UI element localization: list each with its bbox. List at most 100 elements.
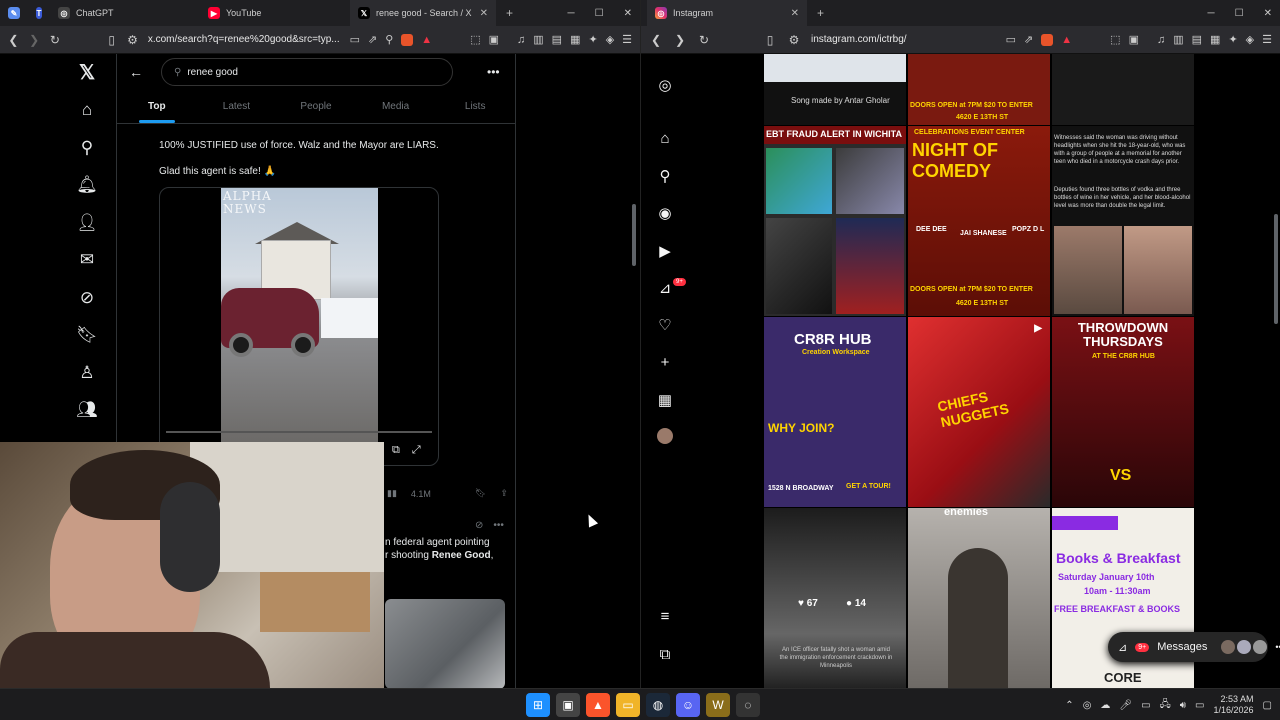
leo-icon[interactable]: ✦ bbox=[1228, 33, 1237, 46]
grok-icon[interactable]: ⊘ bbox=[67, 279, 107, 317]
views-icon[interactable]: ▮▮ bbox=[387, 488, 397, 499]
brave-rewards-icon[interactable]: ▲ bbox=[1061, 34, 1072, 46]
instagram-logo-icon[interactable]: ◎ bbox=[653, 76, 677, 94]
tab-lists[interactable]: Lists bbox=[435, 90, 515, 123]
post-chiefs-nuggets[interactable]: CHIEFS NUGGETS ▶ bbox=[908, 317, 1050, 507]
volume-icon[interactable]: 🔊︎ bbox=[1180, 700, 1186, 711]
post-enemies[interactable]: enemies bbox=[908, 508, 1050, 688]
app-w-icon[interactable]: W bbox=[706, 693, 730, 717]
dashboard-icon[interactable]: ▦ bbox=[653, 391, 677, 409]
post-comedy-top[interactable]: DOORS OPEN at 7PM $20 TO ENTER 4620 E 13… bbox=[908, 54, 1050, 125]
sidebar-icon[interactable]: ▥ bbox=[1173, 33, 1183, 46]
zoom-icon[interactable]: ⚲ bbox=[385, 33, 393, 46]
follow-icon[interactable]: 👤︎ bbox=[67, 204, 107, 242]
tab-media[interactable]: Media bbox=[356, 90, 436, 123]
tab-top[interactable]: Top bbox=[117, 90, 197, 123]
home-icon[interactable]: ⌂ bbox=[67, 92, 107, 130]
music-icon[interactable]: ♫ bbox=[517, 34, 525, 46]
reader-icon[interactable]: ▤ bbox=[1192, 33, 1202, 46]
notifications-icon[interactable]: 🔔︎ bbox=[67, 167, 107, 205]
install-icon[interactable]: ▭ bbox=[1006, 33, 1016, 46]
page-scrollbar[interactable] bbox=[1274, 214, 1278, 324]
bookmark-icon[interactable]: ▯ bbox=[106, 33, 117, 47]
tab-x-search[interactable]: 𝕏renee good - Search / X ✕ bbox=[350, 0, 496, 26]
sidebar-icon[interactable]: ▥ bbox=[533, 33, 543, 46]
grok-explain-icon[interactable]: ⊘ bbox=[475, 520, 483, 531]
extensions-icon[interactable]: ⬚ bbox=[1110, 33, 1120, 46]
tab-latest[interactable]: Latest bbox=[197, 90, 277, 123]
post-ice-officer[interactable]: ♥ 67 ● 14 An ICE officer fatally shot a … bbox=[764, 508, 906, 688]
maximize-icon[interactable]: ☐ bbox=[1235, 8, 1244, 19]
site-settings-icon[interactable]: ⚙ bbox=[127, 33, 138, 47]
menu-icon[interactable]: ☰ bbox=[622, 33, 632, 46]
brave-rewards-icon[interactable]: ▲ bbox=[421, 34, 432, 46]
music-icon[interactable]: ♫ bbox=[1157, 34, 1165, 46]
bookmark-tweet-icon[interactable]: 🔖︎ bbox=[475, 488, 486, 499]
url-field[interactable]: instagram.com/ictrbg/ bbox=[811, 34, 907, 45]
x-logo-icon[interactable]: 𝕏 bbox=[67, 54, 107, 92]
tweet2-image[interactable] bbox=[385, 599, 505, 688]
reload-icon[interactable]: ↻ bbox=[50, 33, 61, 47]
maximize-icon[interactable]: ☐ bbox=[595, 8, 604, 19]
tweet-video[interactable]: ALPHA NEWS bbox=[159, 187, 439, 466]
start-windows-icon[interactable]: ⊞ bbox=[526, 693, 550, 717]
network-icon[interactable]: 🖧︎ bbox=[1160, 697, 1171, 714]
post-ebt-fraud[interactable]: EBT FRAUD ALERT IN WICHITA bbox=[764, 126, 906, 316]
new-tab-button[interactable]: + bbox=[807, 6, 834, 20]
reader-icon[interactable]: ▤ bbox=[552, 33, 562, 46]
new-tab-button[interactable]: + bbox=[496, 6, 523, 20]
bookmark-icon[interactable]: ▯ bbox=[763, 33, 777, 47]
notification-center-icon[interactable]: ▢ bbox=[1263, 700, 1272, 711]
vpn-icon[interactable]: ◈ bbox=[606, 33, 614, 46]
tweet-more-icon[interactable]: ••• bbox=[493, 520, 504, 531]
create-icon[interactable]: + bbox=[653, 354, 677, 371]
app-circle-icon[interactable]: ◌ bbox=[736, 693, 760, 717]
post-throwdown-thursdays[interactable]: THROWDOWN THURSDAYS AT THE CR8R HUB VS bbox=[1052, 317, 1194, 507]
vpn-icon[interactable]: ◈ bbox=[1246, 33, 1254, 46]
battery-icon[interactable]: ▭ bbox=[1195, 700, 1204, 711]
search-icon[interactable]: ⚲ bbox=[653, 167, 677, 185]
share-tweet-icon[interactable]: ⇪ bbox=[500, 488, 508, 499]
forward-icon[interactable]: ❯ bbox=[673, 33, 687, 47]
search-input[interactable]: ⚲ renee good bbox=[161, 58, 453, 86]
steam-icon[interactable]: ◍ bbox=[646, 693, 670, 717]
url-field[interactable]: x.com/search?q=renee%20good&src=typ... bbox=[148, 34, 340, 45]
bookmarks-icon[interactable]: 🔖︎ bbox=[67, 317, 107, 355]
pinned-tab-t[interactable]: T bbox=[28, 0, 50, 26]
post-news-dui[interactable]: Witnesses said the woman was driving wit… bbox=[1052, 126, 1194, 316]
tab-instagram[interactable]: ◎ Instagram ✕ bbox=[647, 0, 807, 26]
more-options-icon[interactable]: ••• bbox=[487, 65, 500, 79]
post-dark[interactable] bbox=[1052, 54, 1194, 125]
communities-icon[interactable]: 👥︎ bbox=[67, 392, 107, 430]
reels-icon[interactable]: ▶ bbox=[653, 242, 677, 260]
also-from-meta-icon[interactable]: ⧉ bbox=[653, 646, 677, 663]
profile-avatar[interactable] bbox=[653, 428, 677, 448]
pip-icon[interactable]: ⧉ bbox=[392, 444, 400, 457]
home-icon[interactable]: ⌂ bbox=[653, 130, 677, 147]
close-tab-icon[interactable]: ✕ bbox=[791, 8, 799, 19]
tray-expand-icon[interactable]: ⌃ bbox=[1065, 700, 1073, 711]
close-window-icon[interactable]: ✕ bbox=[1264, 8, 1272, 19]
tray-cloud-icon[interactable]: ☁ bbox=[1100, 700, 1110, 711]
share-icon[interactable]: ⇗ bbox=[1024, 33, 1033, 46]
messages-icon[interactable]: ✉ bbox=[67, 242, 107, 280]
back-icon[interactable]: ❮ bbox=[8, 33, 19, 47]
pinned-tab[interactable]: ✎ bbox=[0, 0, 28, 26]
post-song[interactable]: Song made by Antar Gholar bbox=[764, 54, 906, 125]
leo-icon[interactable]: ✦ bbox=[588, 33, 597, 46]
tray-app-icon[interactable]: ◎ bbox=[1083, 700, 1092, 711]
task-view-icon[interactable]: ▣ bbox=[556, 693, 580, 717]
brave-shield-icon[interactable] bbox=[401, 33, 414, 46]
video-frame[interactable]: ALPHA NEWS bbox=[221, 188, 378, 442]
menu-icon[interactable]: ☰ bbox=[1262, 33, 1272, 46]
display-icon[interactable]: ▭ bbox=[1141, 700, 1150, 711]
messages-button[interactable]: ⊿ 9+ Messages ••• bbox=[1108, 632, 1280, 662]
jobs-icon[interactable]: ♙ bbox=[67, 354, 107, 392]
wallet-icon[interactable]: ▣ bbox=[489, 33, 499, 46]
wallet-icon[interactable]: ▣ bbox=[1129, 33, 1139, 46]
wallet2-icon[interactable]: ▦ bbox=[570, 33, 580, 46]
site-settings-icon[interactable]: ⚙ bbox=[787, 33, 801, 47]
file-explorer-icon[interactable]: ▭ bbox=[616, 693, 640, 717]
video-progress-bar[interactable] bbox=[166, 431, 432, 433]
share-icon[interactable]: ⇗ bbox=[368, 33, 377, 46]
